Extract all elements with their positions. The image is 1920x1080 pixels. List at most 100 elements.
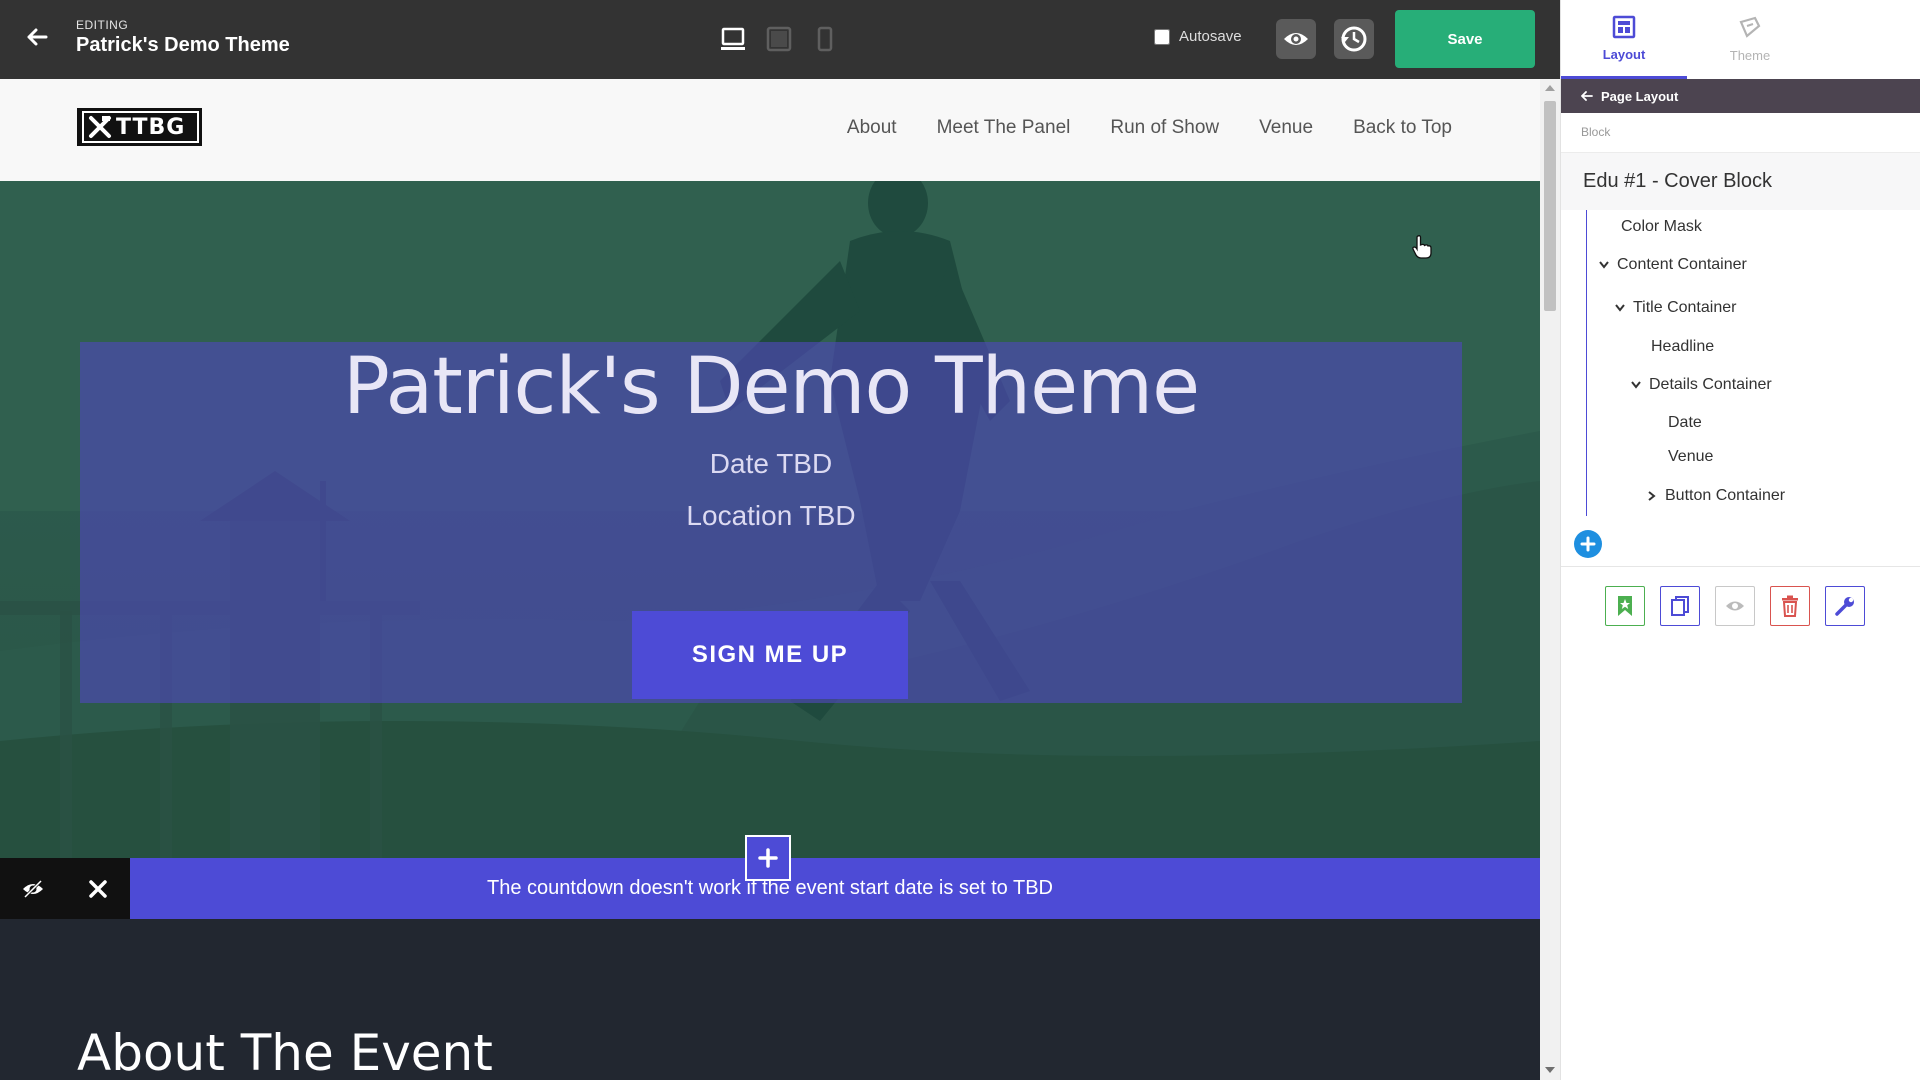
scroll-up-arrow[interactable] xyxy=(1545,85,1555,91)
content-container[interactable]: Patrick's Demo Theme Date TBD Location T… xyxy=(80,342,1462,703)
bookmark-star-icon xyxy=(1618,596,1632,616)
tree-item-label: Headline xyxy=(1651,338,1715,355)
block-actions xyxy=(1605,586,1865,626)
layer-tree: Color Mask Content Container Title Conta… xyxy=(1561,210,1920,520)
brush-icon xyxy=(1739,16,1761,38)
eye-icon xyxy=(1284,33,1308,45)
device-switcher xyxy=(718,24,840,54)
sign-up-button[interactable]: SIGN ME UP xyxy=(632,611,908,699)
tree-item-button-container[interactable]: Button Container xyxy=(1647,487,1785,505)
desktop-icon xyxy=(721,27,745,50)
hero-location[interactable]: Location TBD xyxy=(80,500,1462,532)
desktop-view-button[interactable] xyxy=(718,24,748,54)
wrench-icon xyxy=(1835,597,1854,616)
nav-item-venue[interactable]: Venue xyxy=(1259,117,1313,139)
bookmark-block-button[interactable] xyxy=(1605,586,1645,626)
logo-text: TTBG xyxy=(116,114,186,140)
nav-item-run-of-show[interactable]: Run of Show xyxy=(1110,117,1219,139)
nav-item-back-to-top[interactable]: Back to Top xyxy=(1353,117,1452,139)
page-preview-canvas: TTBG About Meet The Panel Run of Show Ve… xyxy=(0,79,1540,1080)
panel-tabs: Layout Theme xyxy=(1561,0,1920,79)
logo-frame: TTBG xyxy=(82,111,199,143)
layout-panel: Layout Theme Page Layout Block Edu #1 - … xyxy=(1560,0,1920,1080)
editing-label: EDITING xyxy=(76,18,129,32)
save-button[interactable]: Save xyxy=(1395,10,1535,68)
tree-guide-line xyxy=(1586,210,1587,516)
chevron-down-icon[interactable] xyxy=(1599,260,1609,270)
tablet-icon xyxy=(766,26,792,52)
tree-item-headline[interactable]: Headline xyxy=(1651,338,1714,356)
scroll-thumb[interactable] xyxy=(1544,101,1556,311)
mobile-icon xyxy=(817,26,833,52)
autosave-label: Autosave xyxy=(1179,28,1242,45)
plus-icon xyxy=(1580,536,1596,552)
history-button[interactable] xyxy=(1334,19,1374,59)
canvas-scrollbar[interactable] xyxy=(1540,79,1560,1080)
toggle-visibility-button[interactable] xyxy=(1715,586,1755,626)
duplicate-block-button[interactable] xyxy=(1660,586,1700,626)
tree-item-label: Button Container xyxy=(1665,487,1786,504)
chevron-down-icon[interactable] xyxy=(1631,380,1641,390)
arrow-left-icon xyxy=(27,28,48,46)
chevron-down-icon[interactable] xyxy=(1615,303,1625,313)
tree-item-label: Color Mask xyxy=(1621,218,1702,235)
preview-button[interactable] xyxy=(1276,19,1316,59)
tree-item-date[interactable]: Date xyxy=(1668,414,1702,432)
copy-icon xyxy=(1671,596,1689,616)
mobile-view-button[interactable] xyxy=(810,24,840,54)
tree-item-label: Details Container xyxy=(1649,376,1772,393)
site-nav: About Meet The Panel Run of Show Venue B… xyxy=(847,117,1452,139)
nav-item-meet-the-panel[interactable]: Meet The Panel xyxy=(937,117,1071,139)
autosave-toggle[interactable]: Autosave xyxy=(1154,28,1242,45)
add-block-button[interactable] xyxy=(745,835,791,881)
site-logo[interactable]: TTBG xyxy=(77,108,202,146)
hero-headline[interactable]: Patrick's Demo Theme xyxy=(80,342,1462,432)
tablet-view-button[interactable] xyxy=(764,24,794,54)
tree-item-venue[interactable]: Venue xyxy=(1668,448,1713,466)
tab-layout-label: Layout xyxy=(1602,46,1646,62)
editor-toolbar: EDITING Patrick's Demo Theme Autosave Sa… xyxy=(0,0,1560,79)
block-title[interactable]: Edu #1 - Cover Block xyxy=(1561,152,1920,210)
block-label: Block xyxy=(1581,125,1611,139)
history-icon xyxy=(1341,26,1367,52)
breadcrumb-label: Page Layout xyxy=(1601,88,1679,104)
eye-slash-icon xyxy=(22,879,43,898)
site-header: TTBG About Meet The Panel Run of Show Ve… xyxy=(0,79,1540,181)
tree-item-label: Title Container xyxy=(1633,299,1737,316)
about-section[interactable]: About The Event xyxy=(0,919,1540,1080)
hero-date[interactable]: Date TBD xyxy=(80,448,1462,480)
tree-item-label: Content Container xyxy=(1617,256,1747,273)
plus-icon xyxy=(758,848,778,868)
tree-item-label: Venue xyxy=(1668,448,1714,465)
add-element-button[interactable] xyxy=(1574,530,1602,558)
eye-icon xyxy=(1726,601,1744,611)
chevron-right-icon[interactable] xyxy=(1647,491,1657,501)
tab-theme[interactable]: Theme xyxy=(1687,0,1813,79)
tree-item-color-mask[interactable]: Color Mask xyxy=(1621,218,1702,236)
autosave-checkbox[interactable] xyxy=(1154,28,1170,45)
arrow-left-icon xyxy=(1581,91,1593,101)
close-icon xyxy=(88,879,107,898)
hide-bar-button[interactable] xyxy=(0,858,65,919)
tree-item-content-container[interactable]: Content Container xyxy=(1599,256,1747,274)
tab-layout[interactable]: Layout xyxy=(1561,0,1687,79)
nav-item-about[interactable]: About xyxy=(847,117,897,139)
trash-icon xyxy=(1782,595,1798,617)
about-title[interactable]: About The Event xyxy=(77,1024,493,1080)
bar-tools xyxy=(0,858,130,919)
block-settings-button[interactable] xyxy=(1825,586,1865,626)
tree-item-title-container[interactable]: Title Container xyxy=(1615,299,1736,317)
back-button[interactable] xyxy=(20,20,54,54)
editing-page-title: Patrick's Demo Theme xyxy=(76,34,290,56)
layout-icon xyxy=(1612,15,1636,38)
tree-item-details-container[interactable]: Details Container xyxy=(1631,376,1772,394)
panel-divider xyxy=(1561,566,1920,567)
delete-block-button[interactable] xyxy=(1770,586,1810,626)
page-layout-breadcrumb[interactable]: Page Layout xyxy=(1561,79,1920,113)
scroll-down-arrow[interactable] xyxy=(1545,1067,1555,1073)
tools-icon xyxy=(89,116,111,138)
close-bar-button[interactable] xyxy=(65,858,130,919)
hand-cursor-icon xyxy=(1412,235,1432,259)
tree-item-label: Date xyxy=(1668,414,1702,431)
cover-block[interactable]: Patrick's Demo Theme Date TBD Location T… xyxy=(0,181,1540,861)
